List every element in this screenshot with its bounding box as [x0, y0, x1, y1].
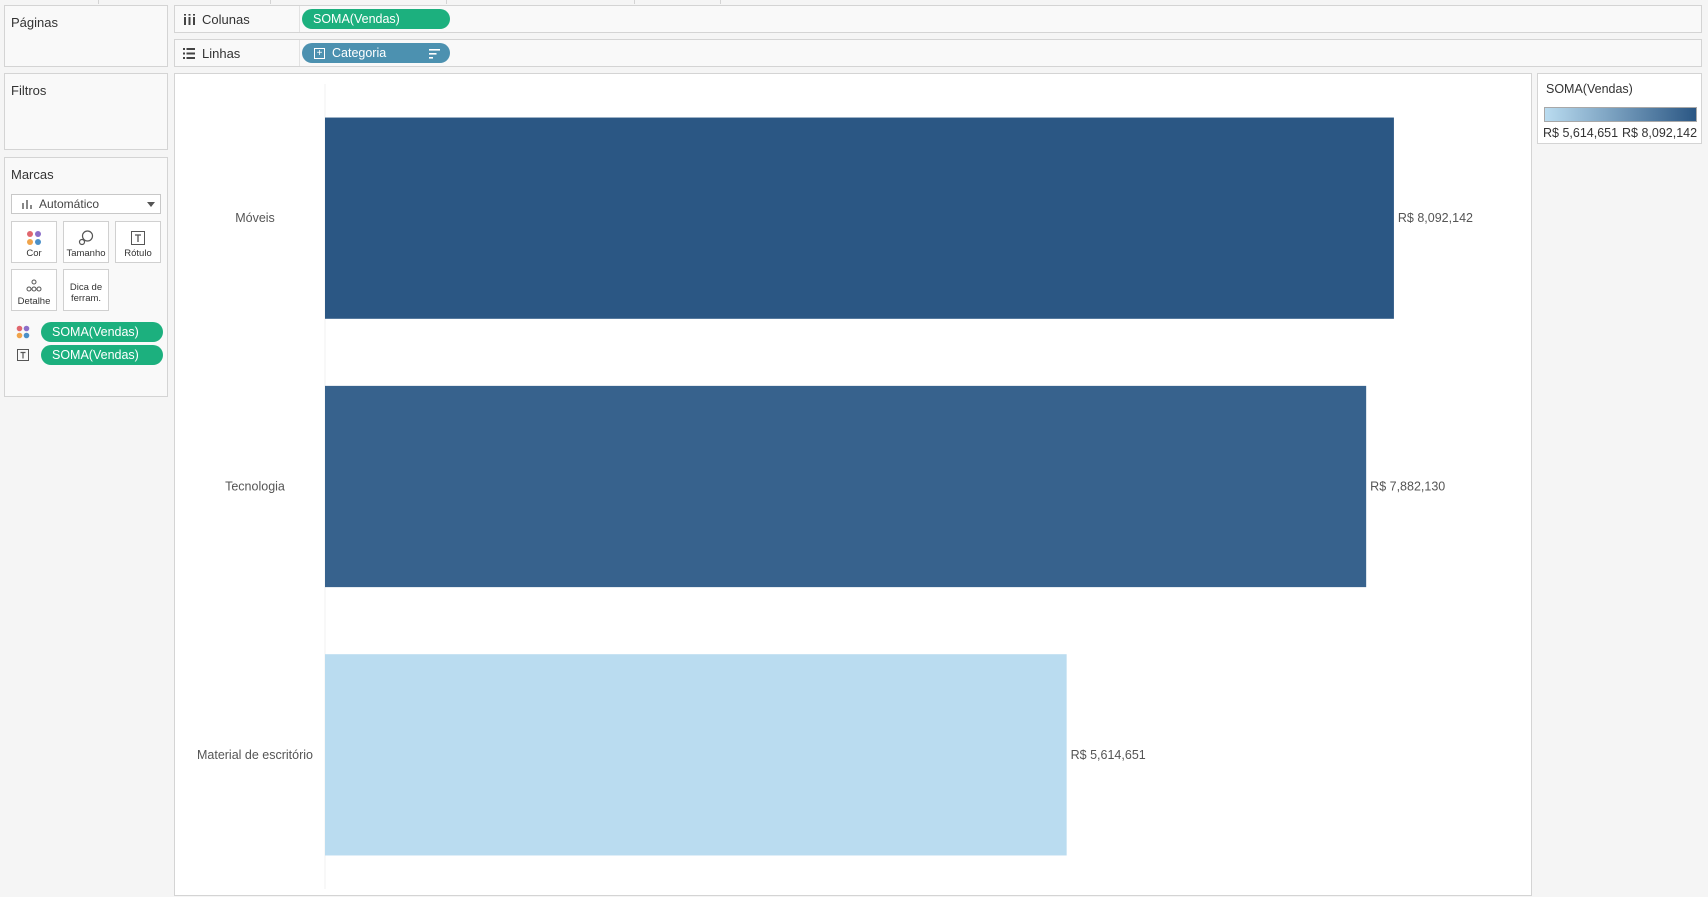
pages-card-title: Páginas [11, 15, 58, 30]
text-label-icon [131, 228, 145, 248]
rows-field-pill-text: Categoria [332, 46, 387, 60]
rows-shelf-label: Linhas [175, 40, 300, 66]
expand-plus-icon[interactable]: + [314, 47, 325, 59]
marks-color-button[interactable]: Cor [11, 221, 57, 263]
chart-view[interactable]: Móveis R$ 8,092,142 Tecnologia R$ 7,882,130… [174, 73, 1532, 896]
rows-shelf[interactable]: Linhas + Categoria [174, 39, 1702, 67]
bar-1[interactable] [325, 385, 1367, 588]
value-label-1: R$ 7,882,130 [1370, 480, 1445, 494]
columns-icon [183, 13, 195, 25]
tableau-workspace: Páginas Filtros Marcas Automático Cor Ta… [0, 0, 1708, 897]
sort-descending-icon[interactable] [429, 48, 440, 62]
top-tab-strip [0, 0, 1708, 4]
marks-tooltip-button[interactable]: Dica de ferram. [63, 269, 109, 311]
marks-label-field-pill[interactable]: SOMA(Vendas) [41, 345, 163, 365]
marks-tooltip-label-line1: Dica de [69, 282, 103, 293]
rows-icon [183, 47, 195, 59]
marks-label-button[interactable]: Rótulo [115, 221, 161, 263]
legend-max-label: R$ 8,092,142 [1622, 126, 1698, 140]
rows-field-pill[interactable]: + Categoria [302, 43, 450, 63]
columns-shelf[interactable]: Colunas SOMA(Vendas) [174, 5, 1702, 33]
legend-min-label: R$ 5,614,651 [1543, 126, 1619, 140]
tab-divider [634, 0, 635, 4]
marks-size-label: Tamanho [66, 248, 106, 259]
tab-divider [98, 0, 99, 4]
pages-card[interactable]: Páginas [4, 5, 168, 67]
size-circles-icon [78, 228, 94, 248]
value-label-2: R$ 5,614,651 [1071, 748, 1146, 762]
marks-color-label: Cor [26, 248, 42, 259]
tab-divider [446, 0, 447, 4]
bar-2[interactable] [325, 654, 1067, 856]
color-dots-icon [26, 228, 42, 248]
bar-chart-icon [22, 199, 32, 209]
color-dots-icon [15, 325, 31, 339]
marks-detail-label: Detalhe [17, 296, 51, 307]
marks-card: Marcas Automático Cor Tamanho Rótulo Det… [4, 157, 168, 397]
columns-shelf-label: Colunas [175, 6, 300, 32]
marks-tooltip-label-line2: ferram. [70, 293, 102, 304]
bar-chart[interactable]: Móveis R$ 8,092,142 Tecnologia R$ 7,882,130… [175, 74, 1531, 895]
marks-field-label[interactable]: SOMA(Vendas) [15, 345, 165, 365]
legend-color-ramp [1544, 107, 1697, 122]
legend-title: SOMA(Vendas) [1546, 82, 1633, 96]
value-label-0: R$ 8,092,142 [1398, 211, 1473, 225]
category-label-0: Móveis [235, 211, 275, 225]
tab-divider [720, 0, 721, 4]
marks-tooltip-label: Dica de ferram. [70, 282, 102, 304]
filters-card[interactable]: Filtros [4, 73, 168, 150]
mark-type-dropdown[interactable]: Automático [11, 194, 161, 214]
marks-field-color[interactable]: SOMA(Vendas) [15, 322, 165, 342]
chevron-down-icon[interactable] [147, 202, 155, 207]
columns-field-pill[interactable]: SOMA(Vendas) [302, 9, 450, 29]
category-label-1: Tecnologia [225, 480, 285, 494]
marks-card-title: Marcas [11, 167, 54, 182]
marks-detail-button[interactable]: Detalhe [11, 269, 57, 311]
mark-type-value: Automático [39, 197, 100, 211]
category-label-2: Material de escritório [197, 748, 313, 762]
color-legend[interactable]: SOMA(Vendas) R$ 5,614,651 R$ 8,092,142 [1537, 73, 1702, 144]
tab-divider [270, 0, 271, 4]
filters-card-title: Filtros [11, 83, 47, 98]
marks-color-field-pill[interactable]: SOMA(Vendas) [41, 322, 163, 342]
rows-shelf-title: Linhas [202, 45, 241, 61]
columns-shelf-title: Colunas [202, 11, 250, 27]
detail-dots-icon [26, 276, 42, 296]
bar-0[interactable] [325, 117, 1394, 319]
marks-size-button[interactable]: Tamanho [63, 221, 109, 263]
text-label-icon [15, 348, 31, 362]
marks-label-label: Rótulo [124, 248, 152, 259]
